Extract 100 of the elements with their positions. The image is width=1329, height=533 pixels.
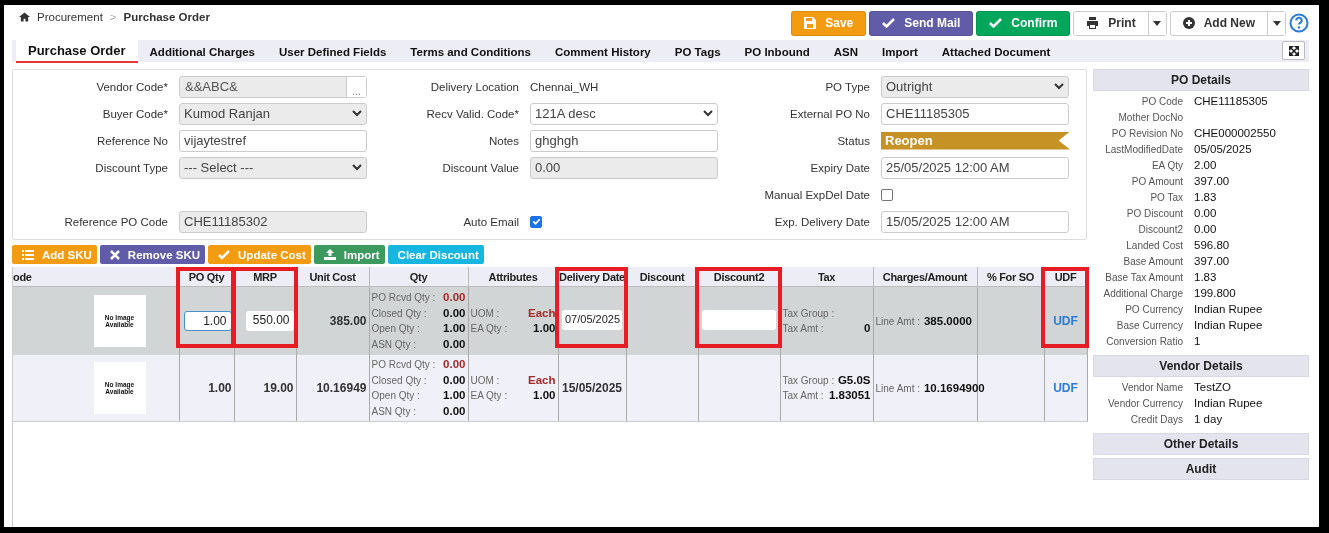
save-icon — [804, 17, 817, 29]
qty-value: 1.00 — [443, 321, 466, 336]
detail-label: PO Discount — [1125, 207, 1183, 219]
detail-label: LastModifiedDate — [1104, 143, 1183, 155]
detail-label: PO Revision No — [1110, 127, 1183, 139]
qty-label: Open Qty : — [371, 322, 420, 336]
input-field[interactable]: CHE11185305 — [881, 102, 1069, 125]
tab[interactable]: Attached Document — [929, 41, 1063, 61]
caret-icon — [1153, 20, 1162, 26]
column-header: % For SO — [977, 267, 1044, 287]
input-field[interactable]: vijaytestref — [179, 129, 367, 152]
tab[interactable]: PO Inbound — [732, 41, 822, 61]
detail-value: Indian Rupee — [1194, 319, 1264, 331]
tab[interactable]: PO Tags — [662, 41, 733, 61]
help-icon[interactable] — [1289, 13, 1309, 33]
detail-label: Additional Charge — [1102, 287, 1183, 299]
qty-label: PO Rcvd Qty : — [371, 358, 436, 372]
qty-value: 0.00 — [443, 305, 466, 321]
tax-amt-value: 0 — [864, 321, 871, 336]
mrp-input[interactable]: 550.00 — [245, 311, 294, 331]
tab[interactable]: User Defined Fields — [267, 41, 399, 61]
table-cell: 15/05/2025 — [561, 381, 623, 395]
import-sku-button[interactable]: Import — [313, 245, 385, 264]
delivery-date-input[interactable]: 07/05/2025 — [562, 309, 622, 330]
checkbox[interactable] — [530, 215, 542, 228]
detail-label: Vendor Name — [1120, 381, 1183, 393]
section-header[interactable]: Audit — [1093, 458, 1309, 480]
qty-label: ASN Qty : — [371, 337, 416, 352]
detail-label: PO Tax — [1149, 191, 1183, 203]
field-label: Exp. Delivery Date — [773, 215, 870, 228]
notes-field[interactable]: ghghgh — [530, 129, 718, 152]
field-value: Chennai_WH — [530, 80, 599, 93]
table-cell: 385.00 — [329, 314, 367, 328]
tab[interactable]: Purchase Order — [16, 39, 138, 63]
section-header[interactable]: PO Details — [1093, 69, 1309, 91]
breadcrumb-link[interactable]: Purchase Order — [123, 11, 210, 23]
qty-label: Closed Qty : — [371, 306, 427, 321]
detail-label: PO Amount — [1130, 175, 1183, 187]
detail-value: 397.00 — [1194, 255, 1231, 267]
send-mail-button[interactable]: Send Mail — [869, 10, 974, 36]
field-label: Delivery Location — [429, 80, 519, 93]
section-header[interactable]: Vendor Details — [1093, 355, 1309, 377]
field-label: Discount Type — [94, 161, 168, 174]
qty-value: 0.00 — [443, 290, 466, 305]
breadcrumb-separator: > — [109, 11, 117, 23]
tab[interactable]: Comment History — [542, 41, 663, 61]
printer-icon — [1086, 17, 1100, 29]
detail-value: 2.00 — [1194, 159, 1218, 171]
detail-value: CHE11185305 — [1194, 95, 1269, 107]
column-header: Discount — [626, 267, 698, 287]
input-field[interactable]: 25/05/2025 12:00 AM — [881, 156, 1069, 179]
qty-value: 0.00 — [443, 336, 466, 352]
remove-sku-button[interactable]: Remove SKU — [99, 245, 206, 264]
qty-label: Open Qty : — [371, 389, 420, 403]
detail-label: Base Tax Amount — [1104, 271, 1183, 283]
table-cell: 19.00 — [263, 381, 294, 395]
status-ribbon: Reopen — [881, 131, 1070, 150]
select-field[interactable]: 121A desc — [530, 102, 718, 125]
dropdown-button[interactable] — [1147, 11, 1166, 35]
udf-link[interactable]: UDF — [1053, 381, 1078, 395]
upload-icon — [323, 249, 336, 260]
detail-label: EA Qty — [1150, 159, 1183, 171]
field-label: Recv Valid. Code* — [425, 107, 519, 120]
tab[interactable]: Terms and Conditions — [398, 41, 543, 61]
expand-icon — [1288, 45, 1299, 56]
qty-value: 1.00 — [443, 388, 466, 403]
chevron-down-icon — [703, 110, 713, 117]
detail-value: 1 — [1194, 335, 1202, 347]
field-label: Buyer Code* — [101, 107, 168, 120]
discount2-input[interactable] — [702, 309, 776, 330]
detail-value: TestZO — [1194, 381, 1233, 393]
fullscreen-button[interactable] — [1282, 41, 1305, 60]
field-label: Status — [836, 134, 870, 147]
field-label: Notes — [487, 134, 519, 147]
tab[interactable]: Additional Charges — [137, 41, 267, 61]
column-header: Qty — [369, 267, 468, 287]
tab[interactable]: ASN — [821, 41, 870, 61]
detail-value: 199.800 — [1194, 287, 1237, 299]
dropdown-button[interactable] — [1267, 11, 1285, 35]
checkbox[interactable] — [881, 188, 893, 201]
column-header: ode — [13, 267, 179, 287]
tax-amt-label: Tax Amt : — [782, 389, 824, 403]
po-qty-input[interactable]: 1.00 — [183, 311, 232, 331]
detail-value: CHE000002550 — [1194, 127, 1277, 139]
qty-label: Closed Qty : — [371, 373, 427, 388]
detail-value: 1.83 — [1194, 191, 1218, 203]
input-field[interactable]: 15/05/2025 12:00 AM — [881, 210, 1069, 233]
field-label: External PO No — [789, 107, 870, 120]
chevron-down-icon — [352, 164, 362, 171]
detail-label: Discount2 — [1137, 223, 1183, 235]
uom-label: UOM : — [470, 373, 500, 388]
section-header[interactable]: Other Details — [1093, 433, 1309, 455]
table-cell: 10.16949 — [316, 381, 367, 395]
column-header: Unit Cost — [296, 267, 369, 287]
breadcrumb-link[interactable]: Procurement — [37, 11, 103, 23]
detail-label: Conversion Ratio — [1105, 335, 1183, 347]
home-icon[interactable] — [19, 12, 30, 22]
tax-group-label: Tax Group : — [782, 306, 835, 321]
ea-qty-label: EA Qty : — [470, 322, 508, 336]
tab[interactable]: Import — [870, 41, 930, 61]
